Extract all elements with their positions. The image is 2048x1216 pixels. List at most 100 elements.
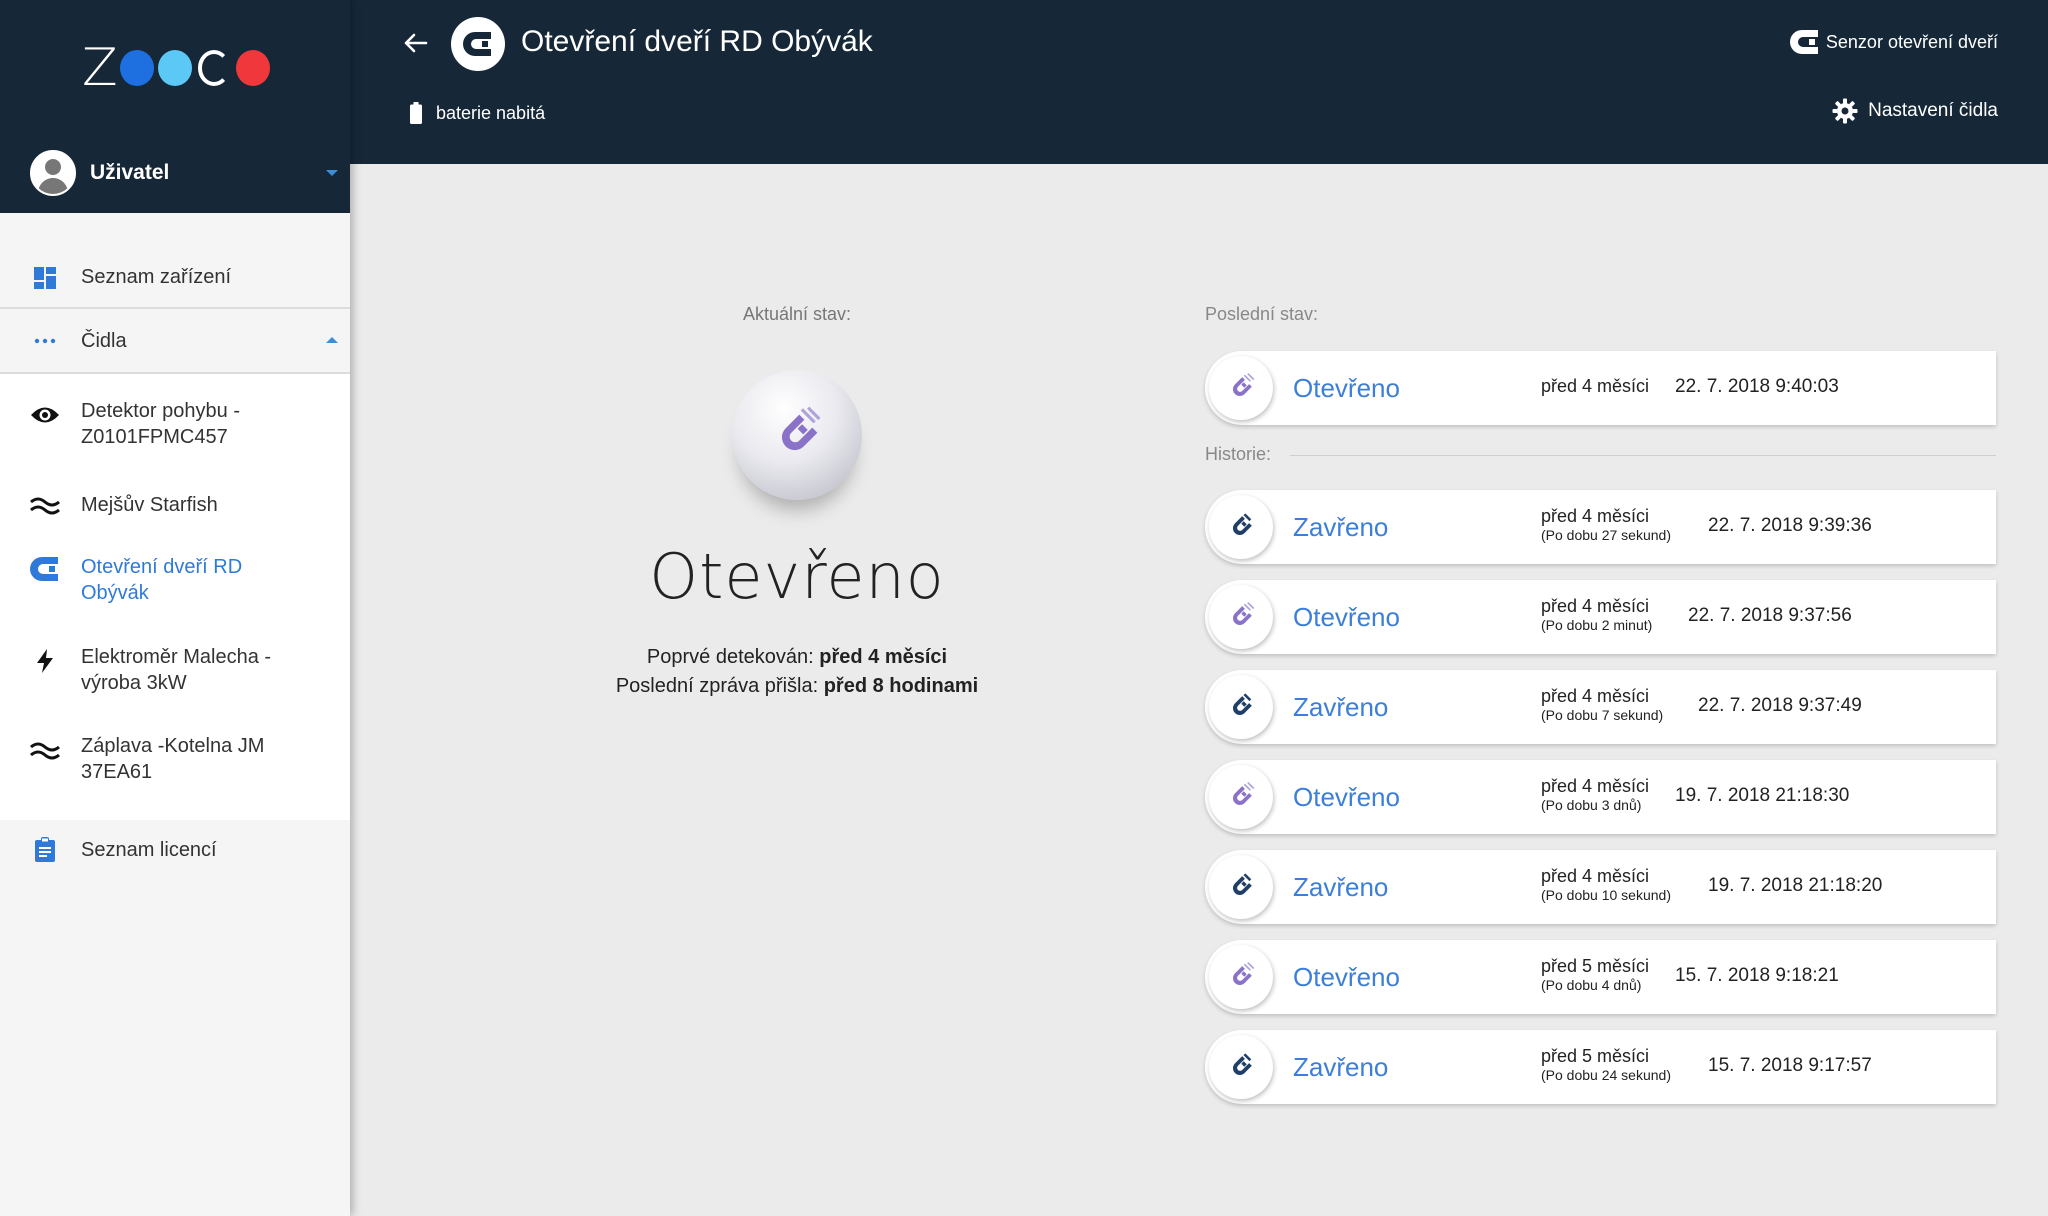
state-ball bbox=[732, 370, 862, 500]
last-message: Poslední zpráva přišla: před 8 hodinami bbox=[560, 675, 1034, 698]
duration: (Po dobu 3 dnů) bbox=[1541, 797, 1642, 813]
timestamp: 15. 7. 2018 9:18:21 bbox=[1675, 965, 1839, 986]
time-ago: před 5 měsíci bbox=[1541, 1046, 1650, 1066]
sidebar-header: Z Uživatel bbox=[0, 0, 350, 213]
state-icon-circle bbox=[1209, 855, 1273, 919]
back-arrow-icon[interactable] bbox=[400, 28, 430, 58]
duration: (Po dobu 24 sekund) bbox=[1541, 1067, 1671, 1083]
magnet-closed-icon bbox=[1233, 693, 1252, 715]
time-ago: před 4 měsíci bbox=[1541, 866, 1650, 886]
time-ago: před 4 měsíci bbox=[1541, 596, 1650, 616]
magnet-open-icon bbox=[782, 406, 821, 450]
last-state-label: Poslední stav: bbox=[1205, 304, 1319, 324]
state-icon-circle bbox=[1209, 356, 1273, 420]
history-label: Historie: bbox=[1205, 444, 1272, 464]
timestamp: 15. 7. 2018 9:17:57 bbox=[1708, 1055, 1872, 1076]
first-detected-value: před 4 měsíci bbox=[819, 646, 948, 668]
history-row[interactable]: Otevřeno před 4 měsíci (Po dobu 2 minut)… bbox=[1205, 580, 1996, 654]
more-dots-icon bbox=[30, 326, 60, 356]
last-message-value: před 8 hodinami bbox=[823, 675, 979, 697]
page-title: Otevření dveří RD Obývák bbox=[521, 25, 873, 58]
sidebar-item-device-list[interactable]: Seznam zařízení bbox=[0, 250, 350, 306]
magnet-closed-icon bbox=[1233, 873, 1252, 895]
battery-icon bbox=[410, 102, 422, 124]
sidebar-item-sensors[interactable]: Čidla bbox=[0, 310, 350, 372]
state-icon-circle bbox=[1209, 765, 1273, 829]
wave-icon bbox=[30, 735, 60, 765]
state-label: Otevřeno bbox=[1293, 962, 1400, 992]
state-label: Zavřeno bbox=[1293, 512, 1389, 542]
time-ago: před 4 měsíci bbox=[1541, 506, 1650, 526]
device-type-badge bbox=[451, 17, 505, 71]
magnet-open-icon bbox=[1233, 372, 1255, 396]
state-label: Otevřeno bbox=[1293, 782, 1400, 812]
battery-status: baterie nabitá bbox=[436, 103, 546, 123]
duration: (Po dobu 7 sekund) bbox=[1541, 707, 1664, 723]
sidebar-item-starfish[interactable]: Mejšův Starfish bbox=[0, 490, 350, 520]
sidebar-item-label: Detektor pohybu - Z0101FPMC457 bbox=[81, 400, 240, 448]
bolt-icon bbox=[30, 646, 60, 676]
sidebar-item-flood-sensor[interactable]: Záplava -Kotelna JM 37EA61 bbox=[0, 733, 350, 793]
dashboard-icon bbox=[30, 263, 60, 293]
magnet-open-icon bbox=[1233, 961, 1255, 985]
duration: (Po dobu 4 dnů) bbox=[1541, 977, 1642, 993]
logo-ring bbox=[197, 50, 231, 86]
user-menu[interactable]: Uživatel bbox=[0, 150, 350, 196]
state-icon-circle bbox=[1209, 585, 1273, 649]
current-state-label: Aktuální stav: bbox=[742, 304, 852, 324]
time-ago: před 4 měsíci bbox=[1541, 686, 1650, 706]
history-row[interactable]: Zavřeno před 5 měsíci (Po dobu 24 sekund… bbox=[1205, 1030, 1996, 1104]
timestamp: 19. 7. 2018 21:18:30 bbox=[1675, 785, 1850, 806]
logo-dot-lightblue bbox=[157, 50, 192, 86]
sidebar-item-licences[interactable]: Seznam licencí bbox=[0, 830, 350, 870]
history-row[interactable]: Otevřeno před 4 měsíci (Po dobu 3 dnů) 1… bbox=[1205, 760, 1996, 834]
settings-label: Nastavení čidla bbox=[1868, 100, 1998, 121]
logo-dot-red bbox=[236, 50, 270, 86]
duration: (Po dobu 27 sekund) bbox=[1541, 527, 1671, 543]
state-label: Otevřeno bbox=[1293, 602, 1400, 632]
last-message-label: Poslední zpráva přišla: bbox=[615, 675, 819, 697]
sidebar-item-label: Seznam licencí bbox=[81, 839, 217, 861]
sidebar-item-label: Otevření dveří RD Obývák bbox=[81, 556, 243, 604]
state-icon-circle bbox=[1209, 1035, 1273, 1099]
sidebar-item-label: Seznam zařízení bbox=[81, 266, 232, 288]
duration: (Po dobu 2 minut) bbox=[1541, 617, 1653, 633]
magnet-closed-icon bbox=[1233, 513, 1252, 535]
timestamp: 22. 7. 2018 9:37:56 bbox=[1688, 605, 1852, 626]
state-icon-circle bbox=[1209, 495, 1273, 559]
magnet-closed-icon bbox=[1233, 1053, 1252, 1075]
magnet-icon bbox=[1789, 30, 1818, 54]
state-label: Otevřeno bbox=[1293, 373, 1400, 403]
timestamp: 22. 7. 2018 9:37:49 bbox=[1698, 695, 1862, 716]
logo-letter: Z bbox=[82, 38, 118, 98]
sidebar-item-label: Elektroměr Malecha - výroba 3kW bbox=[81, 646, 272, 694]
time-ago: před 5 měsíci bbox=[1541, 956, 1650, 976]
history-row[interactable]: Zavřeno před 4 měsíci (Po dobu 7 sekund)… bbox=[1205, 670, 1996, 744]
history-row[interactable]: Otevřeno před 5 měsíci (Po dobu 4 dnů) 1… bbox=[1205, 940, 1996, 1014]
state-label: Zavřeno bbox=[1293, 1052, 1389, 1082]
logo-dot-blue bbox=[119, 50, 154, 86]
caret-down-icon bbox=[326, 170, 338, 176]
sidebar-item-electricity-meter[interactable]: Elektroměr Malecha - výroba 3kW bbox=[0, 644, 350, 704]
magnet-icon bbox=[30, 554, 60, 584]
first-detected-label: Poprvé detekován: bbox=[646, 646, 814, 668]
sensor-type: Senzor otevření dveří bbox=[1789, 28, 1998, 56]
state-label: Zavřeno bbox=[1293, 872, 1389, 902]
timestamp: 22. 7. 2018 9:39:36 bbox=[1708, 515, 1872, 536]
sidebar-item-motion-detector[interactable]: Detektor pohybu - Z0101FPMC457 bbox=[0, 398, 350, 458]
sensor-settings-button[interactable]: Nastavení čidla bbox=[1832, 98, 1998, 124]
history-row[interactable]: Zavřeno před 4 měsíci (Po dobu 27 sekund… bbox=[1205, 490, 1996, 564]
avatar bbox=[30, 150, 76, 196]
sidebar-item-door-sensor[interactable]: Otevření dveří RD Obývák bbox=[0, 554, 350, 614]
timestamp: 22. 7. 2018 9:40:03 bbox=[1675, 376, 1839, 397]
state-icon-circle bbox=[1209, 675, 1273, 739]
last-state-card[interactable]: Otevřeno před 4 měsíci 22. 7. 2018 9:40:… bbox=[1205, 351, 1996, 425]
sidebar-item-label: Mejšův Starfish bbox=[81, 494, 218, 516]
zooco-logo[interactable]: Z bbox=[82, 38, 272, 98]
divider bbox=[0, 307, 350, 309]
state-icon-circle bbox=[1209, 945, 1273, 1009]
sidebar: Z Uživatel Seznam zařízení Čidla Detekto… bbox=[0, 0, 350, 1216]
history-row[interactable]: Zavřeno před 4 měsíci (Po dobu 10 sekund… bbox=[1205, 850, 1996, 924]
eye-icon bbox=[30, 400, 60, 430]
duration: (Po dobu 10 sekund) bbox=[1541, 887, 1671, 903]
